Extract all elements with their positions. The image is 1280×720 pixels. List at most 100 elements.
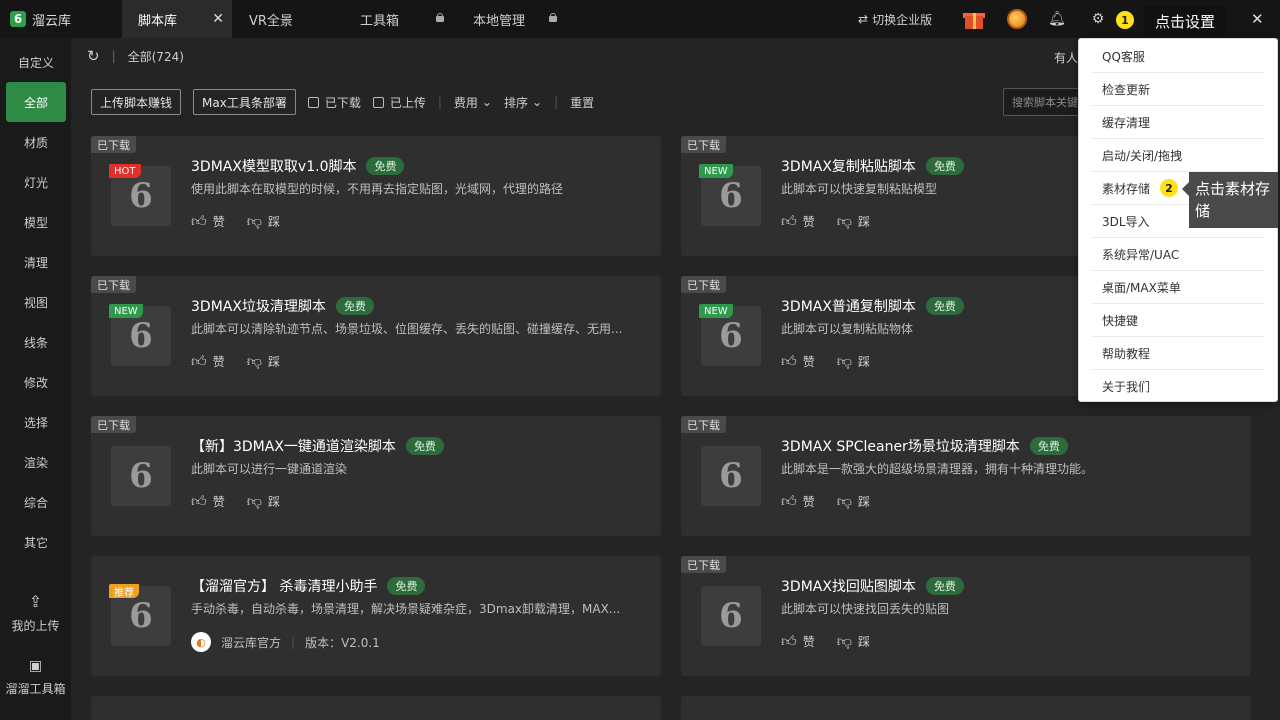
close-window-icon[interactable]: ✕ bbox=[1251, 10, 1264, 28]
script-description: 使用此脚本在取模型的时候，不用再去指定贴图，光域网，代理的路径 bbox=[191, 182, 564, 196]
script-card[interactable]: 已下载 6 HOT 3DMAX模型取取v1.0脚本 免费 使用此脚本在取模型的时候，… bbox=[91, 136, 661, 256]
dislike-button[interactable]: 👎︎ 踩 bbox=[247, 352, 280, 371]
menu-item-system-uac[interactable]: 系统异常/UAC bbox=[1091, 238, 1265, 271]
menu-item-about[interactable]: 关于我们 bbox=[1091, 370, 1265, 403]
sidebar-item-light[interactable]: 灯光 bbox=[6, 162, 66, 202]
new-badge: NEW bbox=[109, 304, 143, 318]
tab-local[interactable]: 本地管理 bbox=[457, 0, 567, 38]
bell-icon[interactable]: 🔔︎ bbox=[1047, 9, 1067, 29]
logo-icon: 6 bbox=[719, 316, 743, 356]
sidebar-item-render[interactable]: 渲染 bbox=[6, 442, 66, 482]
coin-icon[interactable] bbox=[1007, 9, 1027, 29]
chevron-down-icon: ⌄ bbox=[481, 95, 492, 109]
script-card[interactable] bbox=[91, 696, 661, 720]
dislike-button[interactable]: 👎︎ 踩 bbox=[837, 632, 870, 651]
downloaded-checkbox[interactable]: 已下载 bbox=[307, 94, 361, 111]
like-button[interactable]: 👍︎ 赞 bbox=[781, 492, 815, 511]
tab-vr[interactable]: VR全景 bbox=[233, 0, 343, 38]
thumbs-down-icon: 👎︎ bbox=[836, 632, 852, 650]
thumbs-up-icon: 👍︎ bbox=[781, 212, 797, 230]
script-card[interactable]: 已下载 6 【新】3DMAX一键通道渲染脚本 免费 此脚本可以进行一键通道渲染 👍… bbox=[91, 416, 661, 536]
author-name: 溜云库官方 bbox=[221, 635, 282, 650]
like-button[interactable]: 👍︎ 赞 bbox=[781, 212, 815, 231]
thumbs-down-icon: 👎︎ bbox=[836, 212, 852, 230]
max-toolbar-deploy-button[interactable]: Max工具条部署 bbox=[193, 89, 296, 115]
script-card[interactable]: 6 推荐 【溜溜官方】 杀毒清理小助手 免费 手动杀毒，自动杀毒，场景清理，解决场景… bbox=[91, 556, 661, 676]
thumbs-up-icon: 👍︎ bbox=[781, 352, 797, 370]
sidebar-item-all[interactable]: 全部 bbox=[6, 82, 66, 122]
logo-icon: 6 bbox=[719, 456, 743, 496]
thumbs-up-icon: 👍︎ bbox=[191, 492, 207, 510]
dislike-button[interactable]: 👎︎ 踩 bbox=[837, 492, 870, 511]
downloaded-badge: 已下载 bbox=[91, 416, 136, 433]
menu-item-desktop-max-menu[interactable]: 桌面/MAX菜单 bbox=[1091, 271, 1265, 304]
swap-icon: ⇄ bbox=[858, 12, 869, 26]
like-button[interactable]: 👍︎ 赞 bbox=[781, 632, 815, 651]
lock-icon bbox=[549, 13, 557, 22]
close-icon[interactable]: ✕ bbox=[212, 11, 224, 27]
sidebar-item-other[interactable]: 其它 bbox=[6, 522, 66, 562]
uploaded-checkbox[interactable]: 已上传 bbox=[372, 94, 426, 111]
like-button[interactable]: 👍︎ 赞 bbox=[781, 352, 815, 371]
free-badge: 免费 bbox=[387, 577, 426, 595]
upload-script-button[interactable]: 上传脚本赚钱 bbox=[91, 89, 182, 115]
thumbs-down-icon: 👎︎ bbox=[246, 352, 262, 370]
title-bar: 6 溜云库 脚本库 ✕ VR全景 工具箱 本地管理 ⇄ 切换企业版 🔔︎ ⚙ 1… bbox=[0, 0, 1280, 38]
sidebar-item-custom[interactable]: 自定义 bbox=[6, 42, 66, 82]
script-card[interactable]: 已下载 6 3DMAX找回贴图脚本 免费 此脚本可以快速找回丢失的贴图 👍︎ 赞 👎… bbox=[681, 556, 1251, 676]
toolbox-button[interactable]: ▣ 溜溜工具箱 bbox=[0, 658, 71, 697]
sidebar-item-material[interactable]: 材质 bbox=[6, 122, 66, 162]
script-thumbnail: 6 bbox=[701, 446, 761, 506]
script-card[interactable] bbox=[681, 696, 1251, 720]
thumbs-up-icon: 👍︎ bbox=[781, 492, 797, 510]
menu-item-check-update[interactable]: 检查更新 bbox=[1091, 73, 1265, 106]
gift-icon[interactable] bbox=[963, 8, 985, 30]
free-badge: 免费 bbox=[925, 577, 964, 595]
gear-icon[interactable]: ⚙ bbox=[1088, 9, 1108, 29]
menu-item-qq-support[interactable]: QQ客服 bbox=[1091, 40, 1265, 73]
sort-dropdown[interactable]: 排序 ⌄ bbox=[504, 94, 542, 111]
script-thumbnail: 6 NEW bbox=[109, 304, 171, 366]
dislike-button[interactable]: 👎︎ 踩 bbox=[247, 492, 280, 511]
refresh-icon[interactable]: ↻ bbox=[87, 47, 100, 65]
dislike-button[interactable]: 👎︎ 踩 bbox=[837, 352, 870, 371]
category-count: 全部(724) bbox=[127, 49, 184, 64]
sidebar-item-lines[interactable]: 线条 bbox=[6, 322, 66, 362]
thumbs-up-icon: 👍︎ bbox=[781, 632, 797, 650]
version-text: 版本：V2.0.1 bbox=[305, 635, 380, 650]
tab-toolbox[interactable]: 工具箱 bbox=[344, 0, 454, 38]
script-card[interactable]: 已下载 6 NEW 3DMAX垃圾清理脚本 免费 此脚本可以清除轨迹节点、场景垃圾、… bbox=[91, 276, 661, 396]
sidebar-item-view[interactable]: 视图 bbox=[6, 282, 66, 322]
menu-item-help[interactable]: 帮助教程 bbox=[1091, 337, 1265, 370]
like-button[interactable]: 👍︎ 赞 bbox=[191, 212, 225, 231]
chevron-down-icon: ⌄ bbox=[532, 95, 543, 109]
dislike-button[interactable]: 👎︎ 踩 bbox=[247, 212, 280, 231]
like-button[interactable]: 👍︎ 赞 bbox=[191, 352, 225, 371]
free-badge: 免费 bbox=[1029, 437, 1068, 455]
dislike-button[interactable]: 👎︎ 踩 bbox=[837, 212, 870, 231]
sidebar-item-model[interactable]: 模型 bbox=[6, 202, 66, 242]
status-text: 有人 bbox=[1054, 51, 1079, 65]
script-card[interactable]: 已下载 6 3DMAX SPCleaner场景垃圾清理脚本 免费 此脚本是一款强大… bbox=[681, 416, 1251, 536]
like-button[interactable]: 👍︎ 赞 bbox=[191, 492, 225, 511]
free-badge: 免费 bbox=[366, 157, 405, 175]
sidebar-item-select[interactable]: 选择 bbox=[6, 402, 66, 442]
menu-item-shortcuts[interactable]: 快捷键 bbox=[1091, 304, 1265, 337]
menu-item-startup[interactable]: 启动/关闭/拖拽 bbox=[1091, 139, 1265, 172]
my-upload-button[interactable]: ⇪ 我的上传 bbox=[0, 592, 71, 634]
menu-item-clear-cache[interactable]: 缓存清理 bbox=[1091, 106, 1265, 139]
downloaded-badge: 已下载 bbox=[681, 416, 726, 433]
fee-dropdown[interactable]: 费用 ⌄ bbox=[454, 94, 492, 111]
script-thumbnail: 6 bbox=[701, 586, 761, 646]
tab-label: 工具箱 bbox=[360, 13, 400, 29]
sidebar-item-clean[interactable]: 清理 bbox=[6, 242, 66, 282]
script-description: 此脚本是一款强大的超级场景清理器，拥有十种清理功能。 bbox=[781, 462, 1094, 476]
sidebar-item-general[interactable]: 综合 bbox=[6, 482, 66, 522]
free-badge: 免费 bbox=[335, 297, 374, 315]
reset-button[interactable]: 重置 bbox=[570, 94, 594, 111]
logo-icon: 6 bbox=[129, 176, 153, 216]
switch-enterprise-button[interactable]: ⇄ 切换企业版 bbox=[858, 0, 932, 38]
tab-script-library[interactable]: 脚本库 ✕ bbox=[122, 0, 232, 38]
hot-badge: HOT bbox=[109, 164, 141, 178]
sidebar-item-modify[interactable]: 修改 bbox=[6, 362, 66, 402]
